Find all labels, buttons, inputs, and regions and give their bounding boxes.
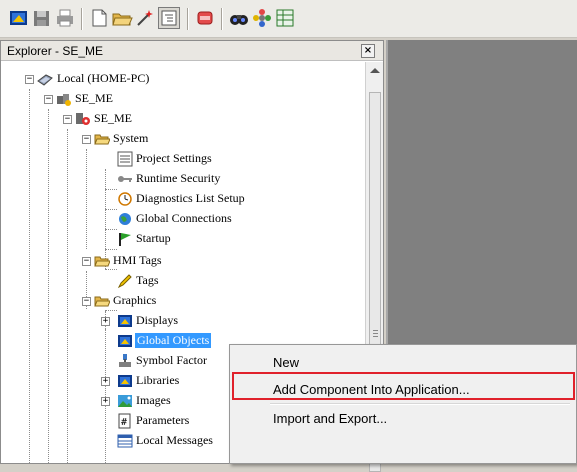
tree-label: Symbol Factor xyxy=(136,353,207,367)
expand-toggle[interactable]: + xyxy=(101,377,110,386)
settings-list-icon xyxy=(117,151,133,167)
grip-line xyxy=(373,336,378,337)
tree-label-selected: Global Objects xyxy=(135,333,212,348)
svg-text:#: # xyxy=(121,417,127,428)
tree-label: Project Settings xyxy=(136,151,212,165)
symbol-factory-icon xyxy=(117,353,133,369)
menu-item-label: New xyxy=(273,355,300,370)
computer-icon xyxy=(37,71,53,87)
new-document-icon[interactable] xyxy=(88,7,110,29)
menu-item-import-export[interactable]: Import and Export... xyxy=(230,407,576,431)
tree-label: HMI Tags xyxy=(113,253,162,267)
tree-label: Tags xyxy=(136,273,159,287)
clock-icon xyxy=(117,191,133,207)
tree-label: SE_ME xyxy=(75,91,114,105)
tree-label: Runtime Security xyxy=(136,171,221,185)
toolbar-separator xyxy=(187,8,188,30)
color-palette-icon[interactable] xyxy=(8,7,30,29)
tag-pencil-icon xyxy=(117,273,133,289)
grip-line xyxy=(373,330,378,331)
open-folder-icon[interactable] xyxy=(111,7,133,29)
tree-label: Images xyxy=(136,393,171,407)
display-icon xyxy=(117,313,133,329)
collapse-toggle[interactable]: − xyxy=(25,75,34,84)
parameter-file-icon: # xyxy=(117,413,133,429)
tree-node-application[interactable]: − SE_ME xyxy=(1,89,361,109)
explorer-title: Explorer - SE_ME xyxy=(7,44,104,58)
tree-node-displays[interactable]: + Displays xyxy=(1,311,361,331)
flag-icon xyxy=(117,231,133,247)
tree-label: Startup xyxy=(136,231,171,245)
collapse-toggle[interactable]: − xyxy=(63,115,72,124)
settings-icon[interactable] xyxy=(251,7,273,29)
collapse-toggle[interactable]: − xyxy=(82,297,91,306)
display-icon xyxy=(117,373,133,389)
tree-label: Displays xyxy=(136,313,178,327)
collapse-toggle[interactable]: − xyxy=(82,135,91,144)
save-icon[interactable] xyxy=(31,7,53,29)
expand-toggle[interactable]: + xyxy=(101,397,110,406)
tree-label: Local (HOME-PC) xyxy=(57,71,150,85)
tree-node-local[interactable]: − Local (HOME-PC) xyxy=(1,69,361,89)
menu-item-label: Import and Export... xyxy=(273,411,388,426)
image-icon xyxy=(117,393,133,409)
print-icon[interactable] xyxy=(54,7,76,29)
folder-open-icon xyxy=(94,293,111,309)
area-icon xyxy=(75,111,91,127)
explorer-title-bar: Explorer - SE_ME × xyxy=(1,41,383,61)
tree-label: Local Messages xyxy=(136,433,213,447)
main-toolbar xyxy=(0,0,577,38)
display-icon xyxy=(117,333,133,349)
folder-open-icon xyxy=(94,131,111,147)
stop-icon[interactable] xyxy=(194,7,216,29)
collapse-toggle[interactable]: − xyxy=(82,257,91,266)
grid-icon[interactable] xyxy=(274,7,296,29)
tree-node-graphics[interactable]: − Graphics xyxy=(1,291,361,311)
tree-label: SE_ME xyxy=(94,111,133,125)
tree-node-global-connections[interactable]: Global Connections xyxy=(1,209,361,229)
globe-icon xyxy=(117,211,133,227)
wand-icon[interactable] xyxy=(134,7,156,29)
tree-node-runtime-security[interactable]: Runtime Security xyxy=(1,169,361,189)
binoculars-icon[interactable] xyxy=(228,7,250,29)
tree-label: Graphics xyxy=(113,293,157,307)
tree-label: Parameters xyxy=(136,413,190,427)
tree-node-tags[interactable]: Tags xyxy=(1,271,361,291)
tree-node-area[interactable]: − SE_ME xyxy=(1,109,361,129)
tree-label: Libraries xyxy=(136,373,180,387)
menu-separator xyxy=(270,403,570,405)
tree-node-system[interactable]: − System xyxy=(1,129,361,149)
key-icon xyxy=(117,171,133,187)
highlight-box xyxy=(232,372,575,400)
explorer-toggle-icon[interactable] xyxy=(158,7,180,29)
folder-open-icon xyxy=(94,253,111,269)
tree-label: Global Connections xyxy=(136,211,232,225)
context-menu: New Add Component Into Application... Im… xyxy=(229,344,577,464)
tree-label: Diagnostics List Setup xyxy=(136,191,245,205)
scroll-up-arrow-icon[interactable] xyxy=(370,68,380,73)
message-table-icon xyxy=(117,433,133,449)
collapse-toggle[interactable]: − xyxy=(44,95,53,104)
tree-node-project-settings[interactable]: Project Settings xyxy=(1,149,361,169)
grip-line xyxy=(373,333,378,334)
toolbar-separator xyxy=(221,8,222,30)
application-icon xyxy=(56,91,72,107)
close-icon[interactable]: × xyxy=(361,44,375,58)
toolbar-separator xyxy=(81,8,82,30)
tree-node-startup[interactable]: Startup xyxy=(1,229,361,249)
tree-node-diagnostics[interactable]: Diagnostics List Setup xyxy=(1,189,361,209)
tree-node-hmi-tags[interactable]: − HMI Tags xyxy=(1,251,361,271)
expand-toggle[interactable]: + xyxy=(101,317,110,326)
tree-label: System xyxy=(113,131,149,145)
